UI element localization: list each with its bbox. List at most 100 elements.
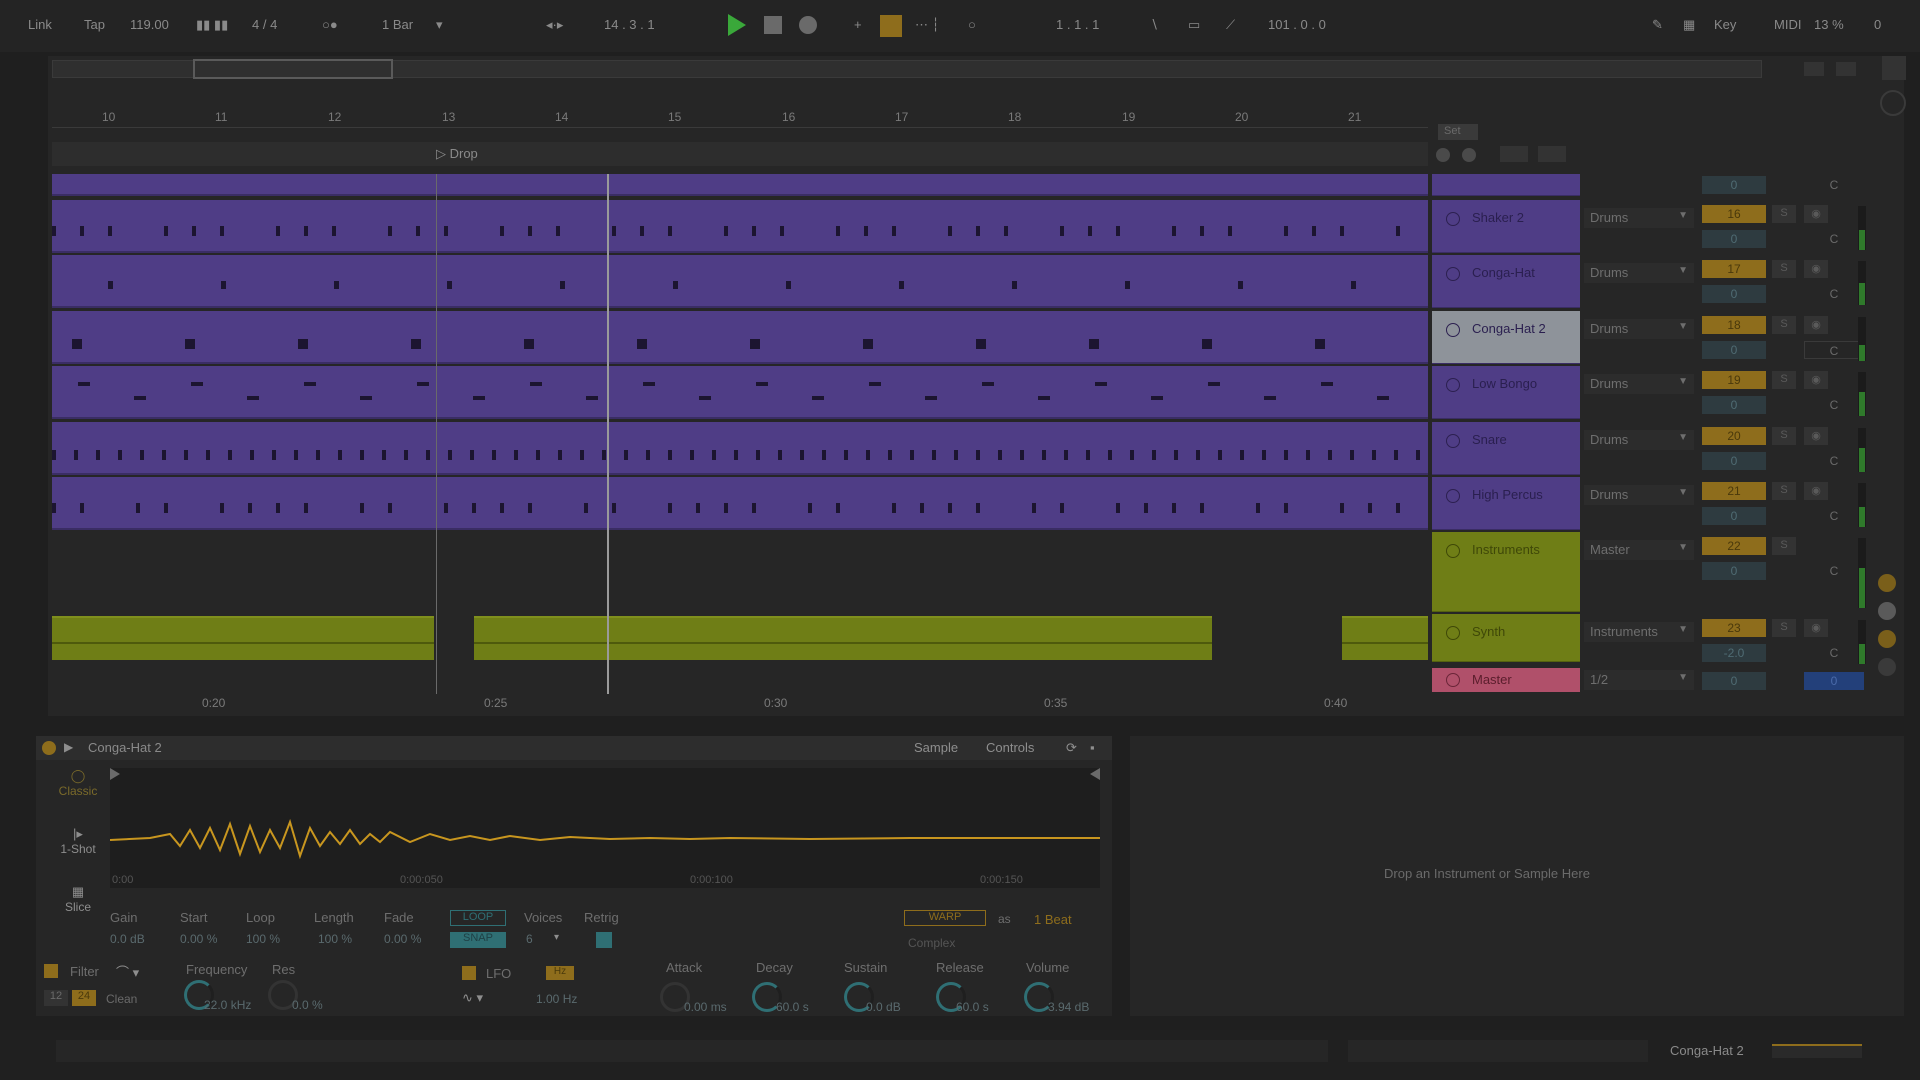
- fade-value[interactable]: 0.00 %: [384, 932, 421, 946]
- volume-field[interactable]: 0: [1702, 341, 1766, 359]
- decay-value[interactable]: 60.0 s: [776, 1000, 809, 1014]
- side-control-icon[interactable]: [1878, 602, 1896, 620]
- arm-button[interactable]: ◉: [1804, 482, 1828, 500]
- track-fold-icon[interactable]: [1446, 544, 1460, 558]
- play-icon[interactable]: ▶: [64, 740, 73, 754]
- start-value[interactable]: 0.00 %: [180, 932, 217, 946]
- filter-type-icon[interactable]: ⌒ ▾: [116, 962, 139, 981]
- track-lane-conga-hat[interactable]: [52, 255, 1428, 308]
- arm-button[interactable]: ◉: [1804, 260, 1828, 278]
- selected-track-name[interactable]: Conga-Hat 2: [1670, 1043, 1744, 1058]
- chevron-down-icon[interactable]: ▾: [436, 17, 443, 33]
- arm-button[interactable]: ◉: [1804, 205, 1828, 223]
- solo-button[interactable]: S: [1772, 619, 1796, 637]
- hot-swap-icon[interactable]: ⟳: [1066, 740, 1077, 756]
- arrangement-tool-button[interactable]: [1538, 146, 1566, 162]
- track-lanes[interactable]: [52, 174, 1428, 694]
- warp-button[interactable]: WARP: [904, 910, 986, 926]
- gain-value[interactable]: 0.0 dB: [110, 932, 145, 946]
- waveform-display[interactable]: 0:00 0:00:050 0:00:100 0:00:150: [109, 768, 1100, 888]
- track-lane-synth[interactable]: [52, 614, 1428, 664]
- mode-slice-button[interactable]: ▦ Slice: [48, 884, 108, 928]
- screen-icon[interactable]: ▭: [1188, 17, 1200, 33]
- track-lane-conga-hat-2[interactable]: [52, 311, 1428, 364]
- warp-beats-field[interactable]: 1 Beat: [1034, 912, 1072, 927]
- record-button[interactable]: [799, 16, 817, 34]
- track-fold-icon[interactable]: [1446, 212, 1460, 226]
- arm-button[interactable]: ◉: [1804, 316, 1828, 334]
- mode-oneshot-button[interactable]: |▸ 1-Shot: [48, 826, 108, 870]
- stop-button[interactable]: [764, 16, 782, 34]
- track-activator-button[interactable]: 16: [1702, 205, 1766, 223]
- track-header-instruments[interactable]: Instruments: [1432, 532, 1580, 612]
- tab-sample[interactable]: Sample: [914, 740, 958, 755]
- track-activator-button[interactable]: 21: [1702, 482, 1766, 500]
- locator-drop[interactable]: ▷ Drop: [436, 146, 478, 162]
- solo-button[interactable]: S: [1772, 371, 1796, 389]
- volume-field[interactable]: 0: [1702, 285, 1766, 303]
- track-lane-high-percus[interactable]: [52, 477, 1428, 530]
- pan-field[interactable]: C: [1804, 452, 1864, 470]
- prev-locator-icon[interactable]: [1436, 148, 1450, 162]
- tab-controls[interactable]: Controls: [986, 740, 1034, 755]
- pan-field[interactable]: C: [1804, 644, 1864, 662]
- track-fold-icon[interactable]: [1446, 378, 1460, 392]
- volume-field[interactable]: 0: [1702, 672, 1766, 690]
- track-fold-icon[interactable]: [1446, 489, 1460, 503]
- filter-slope-24[interactable]: 24: [72, 990, 96, 1006]
- solo-button[interactable]: S: [1772, 427, 1796, 445]
- frequency-value[interactable]: 22.0 kHz: [204, 998, 251, 1012]
- track-activator-button[interactable]: 17: [1702, 260, 1766, 278]
- solo-button[interactable]: S: [1772, 482, 1796, 500]
- volume-field[interactable]: 0: [1702, 176, 1766, 194]
- device-power-button[interactable]: [42, 741, 56, 755]
- solo-button[interactable]: S: [1772, 316, 1796, 334]
- synth-clip[interactable]: [474, 616, 1212, 660]
- output-routing-select[interactable]: Drums ▼: [1584, 208, 1694, 228]
- sustain-value[interactable]: 0.0 dB: [866, 1000, 901, 1014]
- solo-button[interactable]: S: [1772, 537, 1796, 555]
- output-routing-select[interactable]: Drums ▼: [1584, 485, 1694, 505]
- track-lane[interactable]: [52, 174, 1428, 196]
- track-header-shaker-2[interactable]: Shaker 2: [1432, 200, 1580, 253]
- browser-toggle-icon[interactable]: [1880, 90, 1906, 116]
- track-activator-button[interactable]: 23: [1702, 619, 1766, 637]
- track-header-conga-hat[interactable]: Conga-Hat: [1432, 255, 1580, 308]
- output-routing-select[interactable]: Drums ▼: [1584, 319, 1694, 339]
- play-button[interactable]: [728, 14, 746, 36]
- output-routing-select[interactable]: Drums ▼: [1584, 430, 1694, 450]
- track-activator-button[interactable]: 18: [1702, 316, 1766, 334]
- output-routing-select[interactable]: Master ▼: [1584, 540, 1694, 560]
- warp-mode-select[interactable]: Complex: [908, 936, 955, 950]
- locator-lane[interactable]: ▷ Drop: [52, 142, 1428, 166]
- track-header-high-percus[interactable]: High Percus: [1432, 477, 1580, 530]
- tempo-field[interactable]: 119.00: [130, 17, 169, 32]
- pan-field[interactable]: C: [1804, 341, 1864, 359]
- synth-clip[interactable]: [52, 616, 434, 660]
- release-value[interactable]: 60.0 s: [956, 1000, 989, 1014]
- loop-toggle-button[interactable]: LOOP: [450, 910, 506, 926]
- lfo-toggle[interactable]: [462, 966, 476, 980]
- arm-button[interactable]: ◉: [1804, 371, 1828, 389]
- track-fold-icon[interactable]: [1446, 626, 1460, 640]
- solo-button[interactable]: S: [1772, 260, 1796, 278]
- track-header-low-bongo[interactable]: Low Bongo: [1432, 366, 1580, 419]
- volume-field[interactable]: 0: [1702, 507, 1766, 525]
- pan-field[interactable]: C: [1804, 396, 1864, 414]
- track-lane-shaker-2[interactable]: [52, 200, 1428, 253]
- overview-bar[interactable]: [52, 59, 1762, 79]
- track-activator-button[interactable]: 20: [1702, 427, 1766, 445]
- filter-circuit-select[interactable]: Clean: [106, 992, 137, 1006]
- arrangement-tool-button[interactable]: [1500, 146, 1528, 162]
- volume-field[interactable]: -2.0: [1702, 644, 1766, 662]
- snap-toggle-button[interactable]: SNAP: [450, 932, 506, 948]
- pencil-icon[interactable]: ✎: [1652, 17, 1663, 33]
- device-drop-zone[interactable]: Drop an Instrument or Sample Here: [1130, 736, 1904, 1016]
- overview-selection[interactable]: [193, 59, 393, 79]
- output-routing-select[interactable]: 1/2 ▼: [1584, 670, 1694, 690]
- overview-zoom-button[interactable]: [1804, 62, 1824, 76]
- tap-button[interactable]: Tap: [84, 17, 105, 32]
- side-control-icon[interactable]: [1878, 658, 1896, 676]
- side-control-icon[interactable]: [1878, 630, 1896, 648]
- mode-classic-button[interactable]: ◯ Classic: [48, 768, 108, 812]
